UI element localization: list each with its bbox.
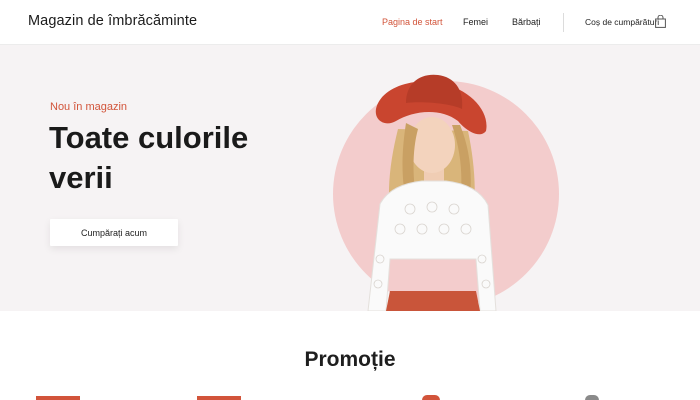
- nav-divider: [563, 13, 564, 32]
- promo-card-4-accent: [585, 395, 599, 400]
- shop-now-button[interactable]: Cumpărați acum: [50, 219, 178, 246]
- cart-link[interactable]: Coș de cumpărături: [585, 17, 659, 27]
- nav-link-home[interactable]: Pagina de start: [382, 17, 443, 27]
- fashion-model-image: [367, 74, 497, 311]
- hero-eyebrow: Nou în magazin: [50, 101, 128, 113]
- site-header: Magazin de îmbrăcăminte Pagina de start …: [0, 0, 700, 45]
- promo-section-title: Promoție: [304, 348, 396, 371]
- hero-headline: Toate culorile verii: [49, 120, 249, 195]
- nav-link-men[interactable]: Bărbați: [512, 17, 541, 27]
- nav-link-women[interactable]: Femei: [463, 17, 488, 27]
- promo-card-1-accent: [36, 396, 80, 400]
- hero-section: Nou în magazin Toate culorile verii Cump…: [0, 45, 700, 311]
- promo-card-2-accent: [197, 396, 241, 400]
- shopping-bag-icon[interactable]: [655, 15, 666, 28]
- site-logo[interactable]: Magazin de îmbrăcăminte: [28, 13, 197, 29]
- promo-card-3-accent: [422, 395, 440, 400]
